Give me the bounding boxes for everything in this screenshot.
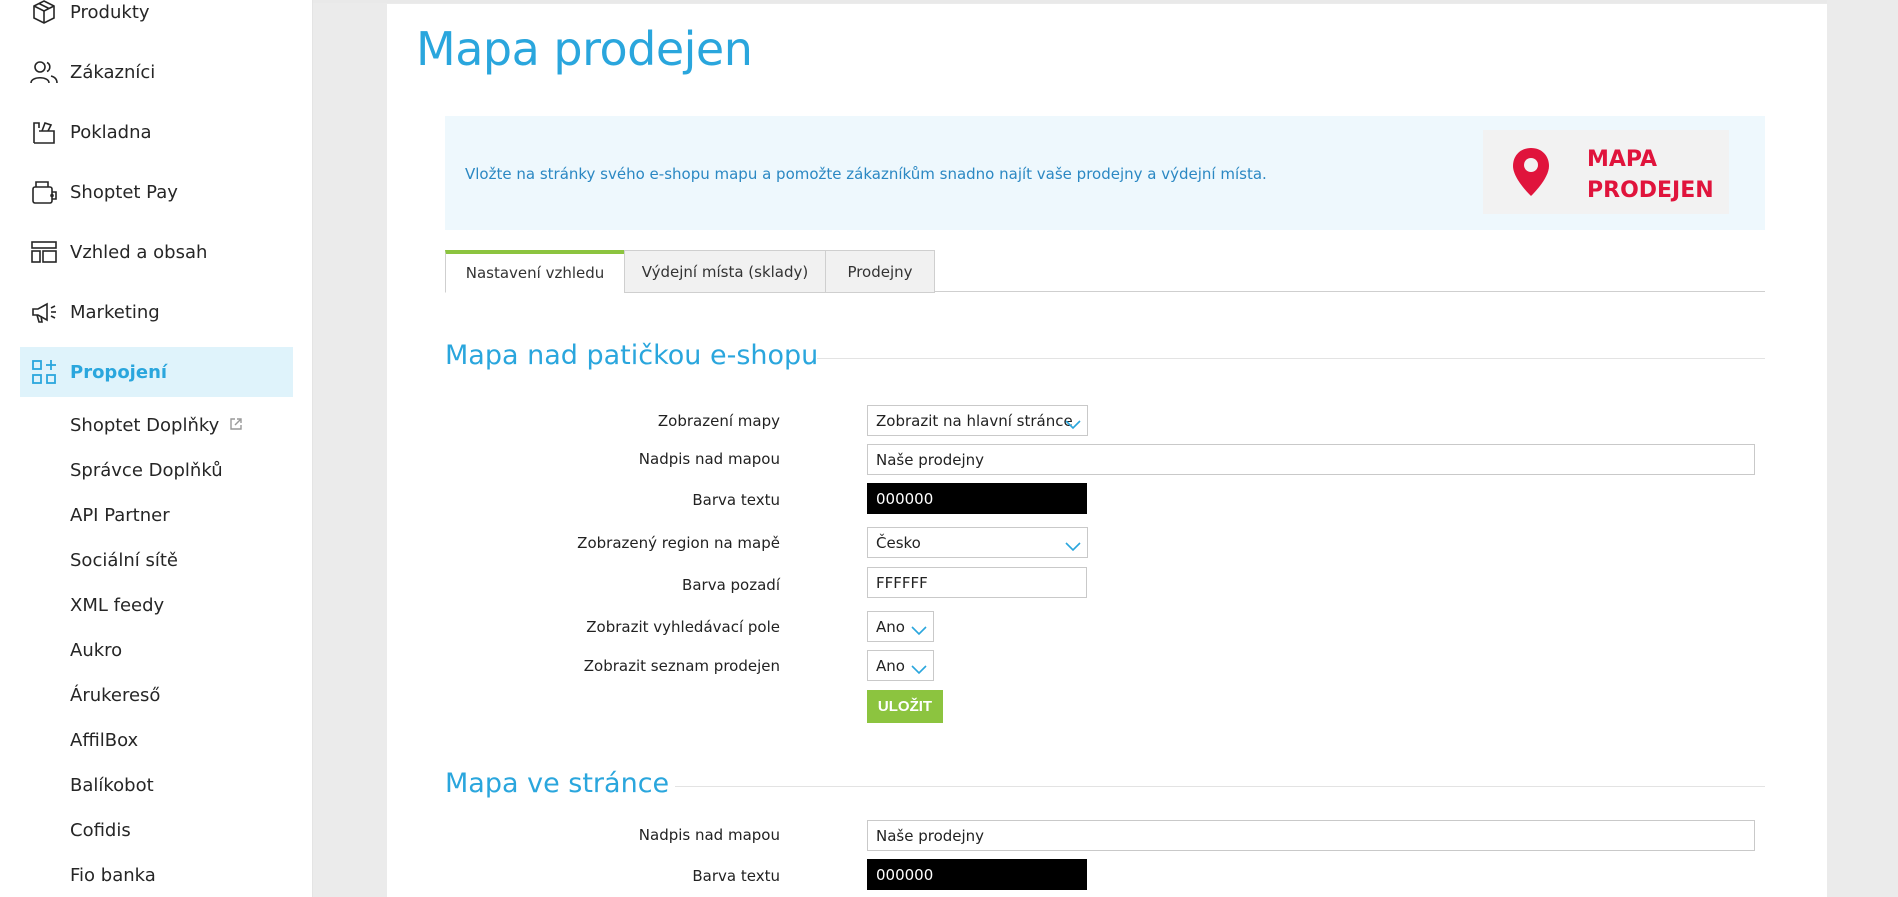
sidebar-item-label: Propojení: [70, 361, 168, 383]
sidebar-item-label: Pokladna: [70, 121, 152, 143]
chevron-down-icon: [911, 661, 927, 679]
tab-vydejni-mista[interactable]: Výdejní místa (sklady): [624, 250, 826, 293]
sidebar-item-label: Zákazníci: [70, 61, 156, 83]
heading-input-2[interactable]: Naše prodejny: [867, 820, 1755, 851]
subitem-xml-feedy[interactable]: XML feedy: [70, 595, 164, 616]
map-pin-icon: [1511, 146, 1551, 202]
field-label: Barva textu: [692, 867, 780, 885]
section-divider: [817, 358, 1765, 359]
sidebar-item-label: Produkty: [70, 1, 150, 23]
field-label: Zobrazit seznam prodejen: [583, 657, 780, 675]
section-title-footer-map: Mapa nad patičkou e-shopu: [445, 340, 819, 371]
subitem-fio-banka[interactable]: Fio banka: [70, 865, 156, 886]
save-button[interactable]: ULOŽIT: [867, 690, 943, 723]
sidebar: Produkty Zákazníci Pokladna Shoptet Pay …: [0, 0, 313, 897]
promo-label: MAPA PRODEJEN: [1587, 147, 1714, 203]
map-display-select[interactable]: Zobrazit na hlavní stránce: [867, 405, 1088, 436]
sidebar-item-label: Vzhled a obsah: [70, 241, 208, 263]
external-link-icon: [229, 415, 243, 436]
sidebar-item-vzhled[interactable]: Vzhled a obsah: [20, 227, 293, 277]
sidebar-item-label: Shoptet Pay: [70, 181, 178, 203]
info-text: Vložte na stránky svého e-shopu mapu a p…: [465, 165, 1267, 183]
subitem-spravce-doplnku[interactable]: Správce Doplňků: [70, 460, 223, 481]
heading-input[interactable]: Naše prodejny: [867, 444, 1755, 475]
bg-color-input[interactable]: FFFFFF: [867, 567, 1087, 598]
sidebar-item-pokladna[interactable]: Pokladna: [20, 107, 293, 157]
subitem-arukereso[interactable]: Árukereső: [70, 685, 160, 706]
sidebar-item-produkty[interactable]: Produkty: [20, 0, 293, 37]
region-select[interactable]: Česko: [867, 527, 1088, 558]
info-box: Vložte na stránky svého e-shopu mapu a p…: [445, 116, 1765, 230]
sidebar-item-propojeni[interactable]: Propojení: [20, 347, 293, 397]
section-divider: [675, 786, 1765, 787]
megaphone-icon: [29, 297, 59, 327]
search-field-select[interactable]: Ano: [867, 611, 934, 642]
tab-nastaveni-vzhledu[interactable]: Nastavení vzhledu: [445, 250, 625, 293]
field-label: Barva pozadí: [682, 576, 780, 594]
text-color-input[interactable]: 000000: [867, 483, 1087, 514]
promo-card: MAPA PRODEJEN: [1483, 130, 1729, 214]
chevron-down-icon: [911, 622, 927, 640]
page-title: Mapa prodejen: [416, 22, 753, 76]
box-icon: [29, 0, 59, 27]
tab-prodejny[interactable]: Prodejny: [825, 250, 935, 293]
sidebar-item-label: Marketing: [70, 301, 160, 323]
subitem-shoptet-doplnky[interactable]: Shoptet Doplňky: [70, 415, 243, 436]
field-label: Zobrazení mapy: [657, 412, 780, 430]
apps-icon: [29, 357, 59, 387]
store-list-select[interactable]: Ano: [867, 650, 934, 681]
subitem-cofidis[interactable]: Cofidis: [70, 820, 131, 841]
sidebar-item-zakaznici[interactable]: Zákazníci: [20, 47, 293, 97]
tabs: Nastavení vzhledu Výdejní místa (sklady)…: [445, 250, 1765, 293]
subitem-api-partner[interactable]: API Partner: [70, 505, 170, 526]
chevron-down-icon: [1065, 416, 1081, 434]
subitem-affilbox[interactable]: AffilBox: [70, 730, 138, 751]
field-label: Nadpis nad mapou: [638, 826, 780, 844]
subitem-socialni-site[interactable]: Sociální sítě: [70, 550, 178, 571]
top-divider: [313, 0, 1898, 3]
layout-icon: [29, 237, 59, 267]
users-icon: [29, 57, 59, 87]
field-label: Barva textu: [692, 491, 780, 509]
cash-register-icon: [29, 117, 59, 147]
text-color-input-2[interactable]: 000000: [867, 859, 1087, 890]
wallet-icon: [29, 177, 59, 207]
sidebar-item-marketing[interactable]: Marketing: [20, 287, 293, 337]
right-background: [1827, 0, 1898, 897]
field-label: Nadpis nad mapou: [638, 450, 780, 468]
main-panel: Mapa prodejen Vložte na stránky svého e-…: [387, 4, 1827, 897]
subitem-balikobot[interactable]: Balíkobot: [70, 775, 154, 796]
chevron-down-icon: [1065, 538, 1081, 556]
sidebar-item-shoptet-pay[interactable]: Shoptet Pay: [20, 167, 293, 217]
subitem-aukro[interactable]: Aukro: [70, 640, 122, 661]
field-label: Zobrazit vyhledávací pole: [586, 618, 780, 636]
field-label: Zobrazený region na mapě: [577, 534, 780, 552]
section-title-page-map: Mapa ve stránce: [445, 768, 670, 799]
